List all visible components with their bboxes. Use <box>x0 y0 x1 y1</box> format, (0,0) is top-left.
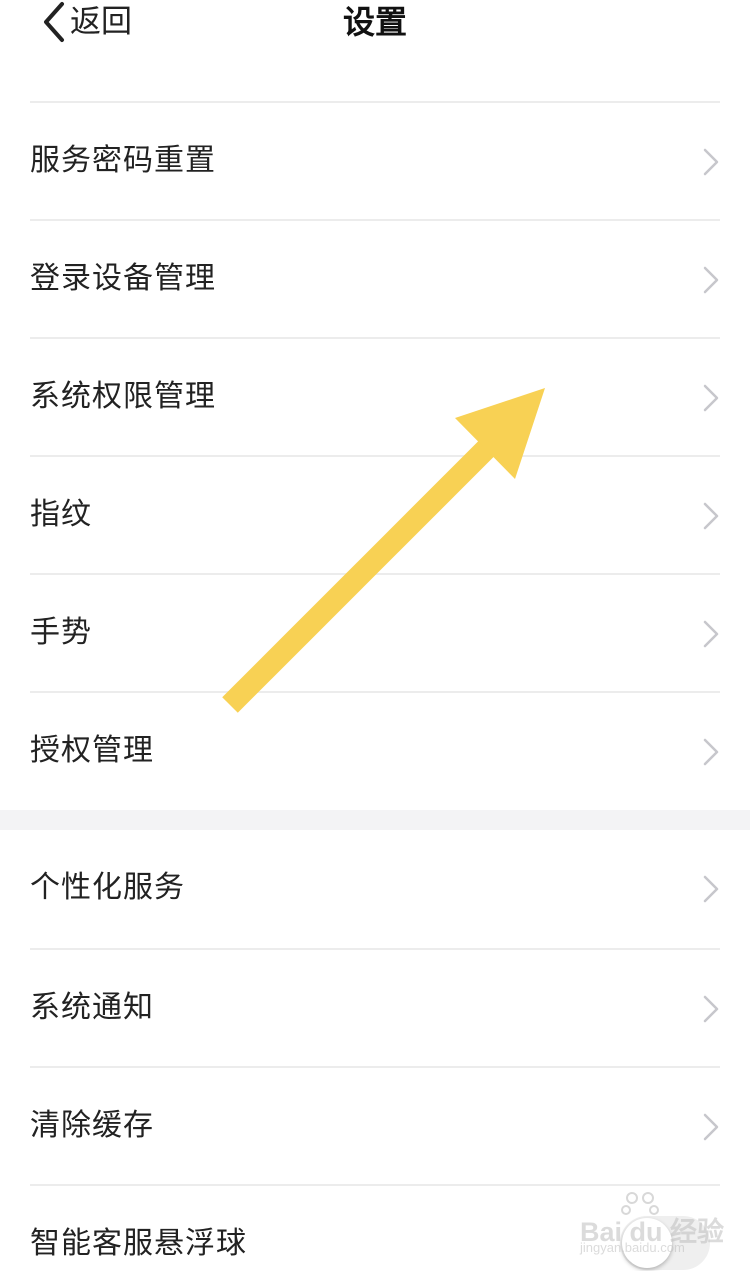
settings-item-service-password-reset[interactable]: 服务密码重置 <box>30 101 720 219</box>
settings-item-system-permission-management[interactable]: 系统权限管理 <box>30 337 720 455</box>
settings-item-system-notification[interactable]: 系统通知 <box>30 948 720 1066</box>
settings-item-fingerprint[interactable]: 指纹 <box>30 455 720 573</box>
chevron-right-icon <box>703 384 719 412</box>
settings-item-label: 个性化服务 <box>30 870 185 905</box>
chevron-right-icon <box>703 738 719 766</box>
settings-item-label: 服务密码重置 <box>30 143 216 178</box>
chevron-right-icon <box>703 620 719 648</box>
settings-page: 返回 设置 服务密码重置 登录设备管理 系统权限管理 指纹 手势 授权管理 个性… <box>0 0 750 1271</box>
settings-item-label: 指纹 <box>30 497 92 532</box>
settings-item-label: 登录设备管理 <box>30 261 216 296</box>
settings-item-label: 智能客服悬浮球 <box>30 1226 247 1261</box>
settings-item-login-device-management[interactable]: 登录设备管理 <box>30 219 720 337</box>
settings-item-label: 手势 <box>30 615 92 650</box>
chevron-right-icon <box>703 148 719 176</box>
chevron-right-icon <box>703 266 719 294</box>
settings-item-clear-cache[interactable]: 清除缓存 <box>30 1066 720 1184</box>
chevron-right-icon <box>703 1113 719 1141</box>
settings-item-gesture[interactable]: 手势 <box>30 573 720 691</box>
floating-ball-toggle[interactable] <box>620 1216 710 1270</box>
settings-item-label: 系统权限管理 <box>30 379 216 414</box>
settings-group-security: 服务密码重置 登录设备管理 系统权限管理 指纹 手势 授权管理 <box>0 101 750 809</box>
settings-item-label: 授权管理 <box>30 733 154 768</box>
settings-item-label: 系统通知 <box>30 990 154 1025</box>
settings-item-smart-service-floating-ball: 智能客服悬浮球 <box>30 1184 720 1271</box>
section-separator <box>0 810 750 830</box>
chevron-right-icon <box>703 502 719 530</box>
toggle-knob <box>622 1218 672 1268</box>
settings-item-label: 清除缓存 <box>30 1108 154 1143</box>
settings-item-personalized-service[interactable]: 个性化服务 <box>30 830 720 948</box>
page-title: 设置 <box>342 3 407 41</box>
chevron-right-icon <box>703 875 719 903</box>
navigation-bar: 返回 设置 <box>0 0 750 86</box>
settings-group-general: 个性化服务 系统通知 清除缓存 智能客服悬浮球 <box>0 830 750 1271</box>
settings-item-authorization-management[interactable]: 授权管理 <box>30 691 720 809</box>
chevron-right-icon <box>703 995 719 1023</box>
